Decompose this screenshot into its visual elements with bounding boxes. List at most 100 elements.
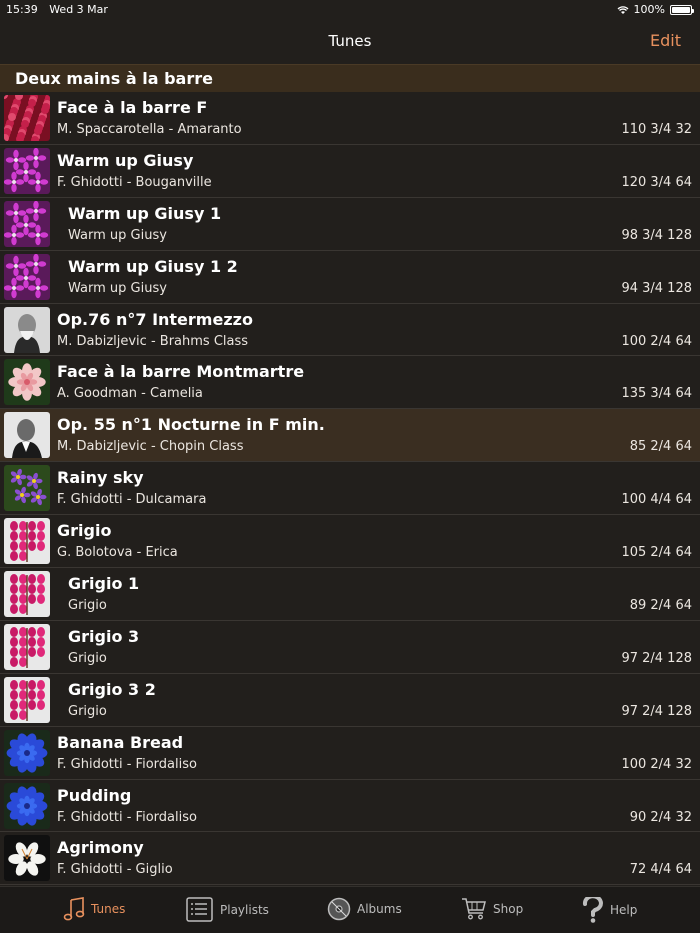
battery-icon — [670, 4, 694, 15]
playlist-icon — [186, 897, 213, 922]
tune-subtitle: F. Ghidotti - Fiordaliso — [57, 756, 197, 772]
tune-row[interactable]: Grigio 3 Grigio 97 2/4 128 — [0, 621, 700, 674]
chopin-portrait-thumbnail — [4, 412, 50, 459]
tune-row[interactable]: Warm up Giusy 1 2 Warm up Giusy 94 3/4 128 — [0, 251, 700, 304]
tune-subtitle: M. Dabizljevic - Chopin Class — [57, 439, 244, 455]
tune-subtitle: F. Ghidotti - Fiordaliso — [57, 809, 197, 825]
tune-title: Banana Bread — [57, 732, 184, 752]
tune-subtitle: F. Ghidotti - Giglio — [57, 862, 173, 878]
question-mark-icon — [582, 897, 603, 923]
tune-tempo-meter: 98 3/4 128 — [621, 227, 692, 243]
heather-flower-thumbnail — [4, 623, 50, 670]
tune-title: Warm up Giusy 1 2 — [68, 256, 238, 276]
brahms-portrait-thumbnail — [4, 306, 50, 353]
cornflower-thumbnail — [4, 729, 50, 776]
tune-row[interactable]: Banana Bread F. Ghidotti - Fiordaliso 100 … — [0, 727, 700, 780]
camellia-flower-thumbnail — [4, 359, 50, 406]
tune-row[interactable]: Warm up Giusy F. Ghidotti - Bouganville 12… — [0, 145, 700, 198]
status-date: Wed 3 Mar — [49, 3, 108, 16]
tune-title: Op. 55 n°1 Nocturne in F min. — [57, 415, 325, 435]
tune-subtitle: F. Ghidotti - Dulcamara — [57, 492, 207, 508]
tune-title: Pudding — [57, 785, 132, 805]
status-bar: 15:39 Wed 3 Mar 100% — [0, 0, 700, 18]
heather-flower-thumbnail — [4, 571, 50, 618]
tune-row[interactable]: Grigio G. Bolotova - Erica 105 2/4 64 — [0, 515, 700, 569]
music-note-icon — [63, 897, 85, 921]
tune-subtitle: Grigio — [68, 703, 107, 719]
tune-subtitle: Grigio — [68, 650, 107, 666]
bougainvillea-flower-thumbnail — [4, 147, 50, 194]
tab-tunes-label: Tunes — [91, 902, 126, 916]
tune-tempo-meter: 89 2/4 64 — [629, 598, 692, 614]
tune-tempo-meter: 135 3/4 64 — [621, 386, 692, 402]
edit-button[interactable]: Edit — [650, 31, 681, 50]
tune-row[interactable]: Op. 55 n°1 Nocturne in F min. M. Dabizlje… — [0, 409, 700, 463]
tune-row[interactable]: Grigio 1 Grigio 89 2/4 64 — [0, 568, 700, 621]
tune-tempo-meter: 110 3/4 32 — [621, 122, 692, 137]
page-title: Tunes — [328, 32, 372, 50]
tune-subtitle: Warm up Giusy — [68, 227, 167, 243]
tune-title: Warm up Giusy — [57, 150, 194, 170]
tune-row[interactable]: Grigio 3 2 Grigio 97 2/4 128 — [0, 674, 700, 727]
tune-subtitle: F. Ghidotti - Bouganville — [57, 174, 212, 190]
tune-tempo-meter: 94 3/4 128 — [621, 280, 692, 296]
tune-tempo-meter: 90 2/4 32 — [629, 809, 692, 825]
tune-title: Rainy sky — [57, 468, 144, 488]
tune-tempo-meter: 97 2/4 128 — [621, 650, 692, 666]
shopping-cart-icon — [462, 898, 486, 920]
tab-help[interactable]: Help — [582, 897, 637, 923]
tune-title: Op.76 n°7 Intermezzo — [57, 309, 253, 329]
tune-row[interactable]: Agrimony F. Ghidotti - Giglio 72 4/4 64 — [0, 832, 700, 886]
tune-title: Grigio 3 — [68, 626, 140, 646]
tab-albums-label: Albums — [357, 902, 402, 916]
tab-shop[interactable]: Shop — [461, 897, 523, 921]
tune-row[interactable]: Op.76 n°7 Intermezzo M. Dabizljevic - Bra… — [0, 304, 700, 357]
album-disc-icon — [327, 897, 351, 921]
lily-flower-thumbnail — [4, 835, 50, 882]
cornflower-thumbnail — [4, 782, 50, 829]
heather-flower-thumbnail — [4, 676, 50, 723]
tune-tempo-meter: 100 4/4 64 — [621, 492, 692, 508]
tune-tempo-meter: 97 2/4 128 — [621, 703, 692, 719]
tune-title: Face à la barre F — [57, 98, 208, 117]
tab-playlists-label: Playlists — [220, 903, 269, 917]
section-header: Deux mains à la barre — [0, 64, 700, 92]
tune-row[interactable]: Face à la barre F M. Spaccarotella - Amar… — [0, 92, 700, 145]
battery-level — [672, 6, 690, 13]
tune-row[interactable]: Pudding F. Ghidotti - Fiordaliso 90 2/4 32 — [0, 780, 700, 833]
tab-tunes[interactable]: Tunes — [63, 897, 125, 921]
tab-bar: Tunes Playlists Albums Shop Help — [0, 886, 700, 933]
tab-playlists[interactable]: Playlists — [186, 897, 269, 923]
tune-subtitle: A. Goodman - Camelia — [57, 386, 203, 402]
battery-percent: 100% — [633, 3, 665, 16]
tab-albums[interactable]: Albums — [327, 897, 402, 921]
bittersweet-flower-thumbnail — [4, 465, 50, 512]
tune-tempo-meter: 105 2/4 64 — [621, 545, 692, 561]
tune-subtitle: Warm up Giusy — [68, 280, 167, 296]
status-left: 15:39 Wed 3 Mar — [6, 3, 116, 16]
status-right: 100% — [617, 3, 694, 16]
tab-help-label: Help — [610, 903, 638, 917]
tune-tempo-meter: 72 4/4 64 — [629, 862, 692, 878]
status-time: 15:39 — [6, 3, 38, 16]
tune-row[interactable]: Face à la barre Montmartre A. Goodman - C… — [0, 356, 700, 410]
tune-title: Grigio 1 — [68, 574, 140, 594]
tune-subtitle: M. Spaccarotella - Amaranto — [57, 122, 242, 137]
tune-tempo-meter: 120 3/4 64 — [621, 174, 692, 190]
bougainvillea-flower-thumbnail — [4, 253, 50, 300]
bougainvillea-flower-thumbnail — [4, 200, 50, 247]
amaranth-flower-thumbnail — [4, 95, 50, 141]
tune-tempo-meter: 85 2/4 64 — [629, 439, 692, 455]
tune-subtitle: Grigio — [68, 598, 107, 614]
tune-title: Warm up Giusy 1 — [68, 203, 222, 223]
tune-tempo-meter: 100 2/4 32 — [621, 756, 692, 772]
tune-title: Grigio 3 2 — [68, 679, 156, 699]
heather-flower-thumbnail — [4, 518, 50, 565]
tune-row[interactable]: Warm up Giusy 1 Warm up Giusy 98 3/4 128 — [0, 198, 700, 251]
tune-title: Grigio — [57, 521, 112, 541]
navigation-bar: Tunes Edit — [0, 18, 700, 64]
tune-list[interactable]: Face à la barre F M. Spaccarotella - Amar… — [0, 92, 700, 886]
tune-title: Face à la barre Montmartre — [57, 362, 305, 382]
tune-row[interactable]: Rainy sky F. Ghidotti - Dulcamara 100 4/4 … — [0, 462, 700, 516]
tune-subtitle: G. Bolotova - Erica — [57, 545, 178, 561]
